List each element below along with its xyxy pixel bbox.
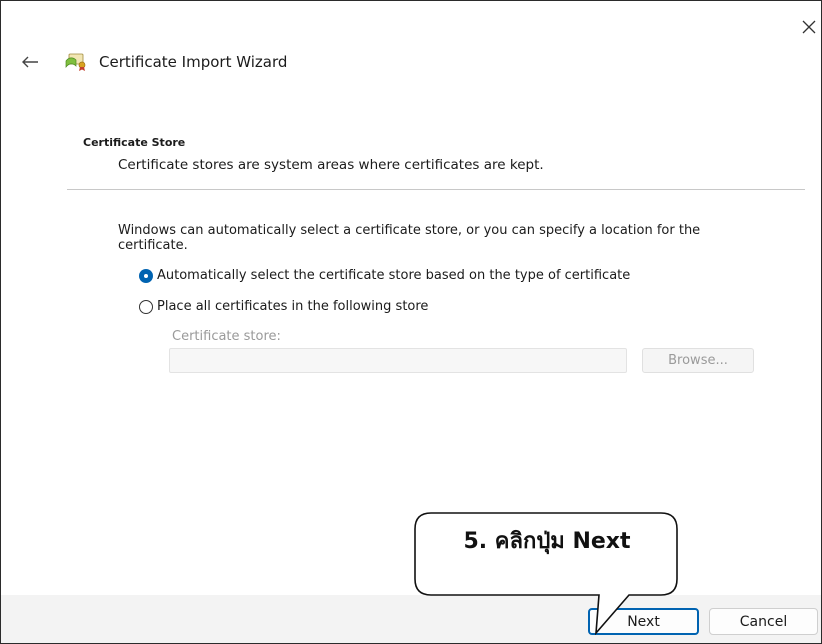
callout-text: 5. คลิกปุ่ม Next — [463, 529, 631, 554]
cancel-button[interactable]: Cancel — [709, 608, 818, 635]
radio-auto-select-label[interactable]: Automatically select the certificate sto… — [157, 268, 630, 283]
certificate-store-field[interactable] — [169, 348, 627, 373]
window-title: Certificate Import Wizard — [99, 53, 288, 71]
radio-place-in-store-label[interactable]: Place all certificates in the following … — [157, 299, 428, 314]
certificate-icon — [65, 53, 86, 71]
back-arrow-icon — [22, 56, 38, 68]
back-button[interactable] — [17, 51, 43, 73]
divider — [67, 189, 805, 190]
close-icon — [802, 20, 816, 34]
store-selection-description: Windows can automatically select a certi… — [118, 223, 701, 253]
section-heading: Certificate Store — [83, 136, 186, 149]
close-button[interactable] — [797, 15, 821, 39]
radio-checked-icon[interactable] — [139, 268, 153, 283]
wizard-window: Certificate Import Wizard Certificate St… — [0, 0, 822, 644]
radio-place-in-store[interactable]: Place all certificates in the following … — [139, 299, 428, 314]
radio-auto-select-store[interactable]: Automatically select the certificate sto… — [139, 268, 630, 283]
section-description: Certificate stores are system areas wher… — [118, 157, 544, 173]
browse-button[interactable]: Browse... — [642, 348, 754, 373]
radio-unchecked-icon[interactable] — [139, 299, 153, 314]
certificate-store-label: Certificate store: — [172, 329, 281, 344]
